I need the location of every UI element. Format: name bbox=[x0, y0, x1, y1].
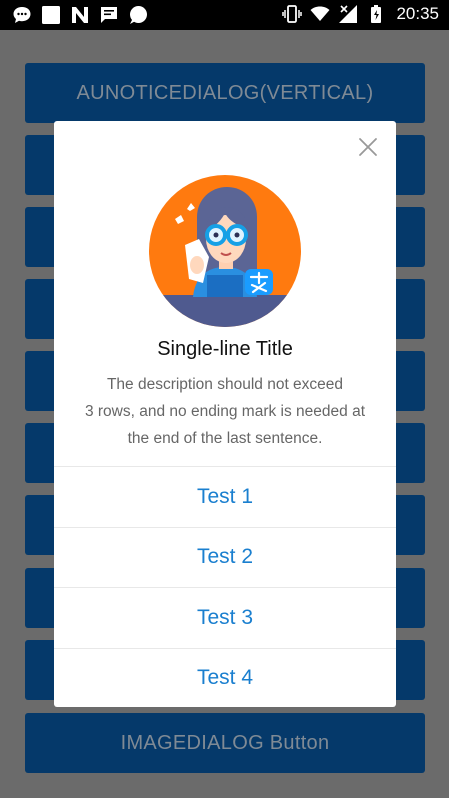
message-icon bbox=[13, 7, 31, 23]
bubble-icon bbox=[130, 6, 147, 24]
battery-icon bbox=[371, 5, 382, 23]
wifi-icon bbox=[310, 6, 330, 21]
dialog-title: Single-line Title bbox=[157, 338, 293, 360]
status-bar-notifications bbox=[12, 5, 148, 25]
test-4-button[interactable]: Test 4 bbox=[54, 647, 396, 708]
aunoticedialog-vertical-button[interactable]: AUNOTICEDIALOG(VERTICAL) bbox=[25, 63, 425, 123]
status-bar-system: 20:35 bbox=[282, 4, 439, 24]
test-2-button[interactable]: Test 2 bbox=[54, 526, 396, 588]
vibrate-icon bbox=[282, 5, 303, 23]
description-line-2: 3 rows, and no ending mark is needed at bbox=[84, 403, 366, 420]
close-icon[interactable] bbox=[357, 136, 379, 158]
dialog-description: The description should not exceed 3 rows… bbox=[66, 371, 384, 452]
n-icon bbox=[72, 7, 88, 23]
status-bar: 20:35 bbox=[0, 0, 449, 30]
signal-icon bbox=[339, 5, 358, 23]
square-icon bbox=[42, 6, 60, 24]
avatar-illustration bbox=[149, 175, 301, 327]
dialog-actions: Test 1 Test 2 Test 3 Test 4 bbox=[54, 466, 396, 707]
test-3-button[interactable]: Test 3 bbox=[54, 587, 396, 648]
notice-dialog: Single-line Title The description should… bbox=[54, 121, 396, 707]
imagedialog-button[interactable]: IMAGEDIALOG Button bbox=[25, 713, 425, 773]
status-time: 20:35 bbox=[396, 4, 439, 23]
test-1-button[interactable]: Test 1 bbox=[54, 466, 396, 527]
description-line-1: The description should not exceed bbox=[106, 376, 344, 393]
description-line-3: the end of the last sentence. bbox=[127, 430, 323, 447]
chat-icon bbox=[101, 7, 117, 23]
